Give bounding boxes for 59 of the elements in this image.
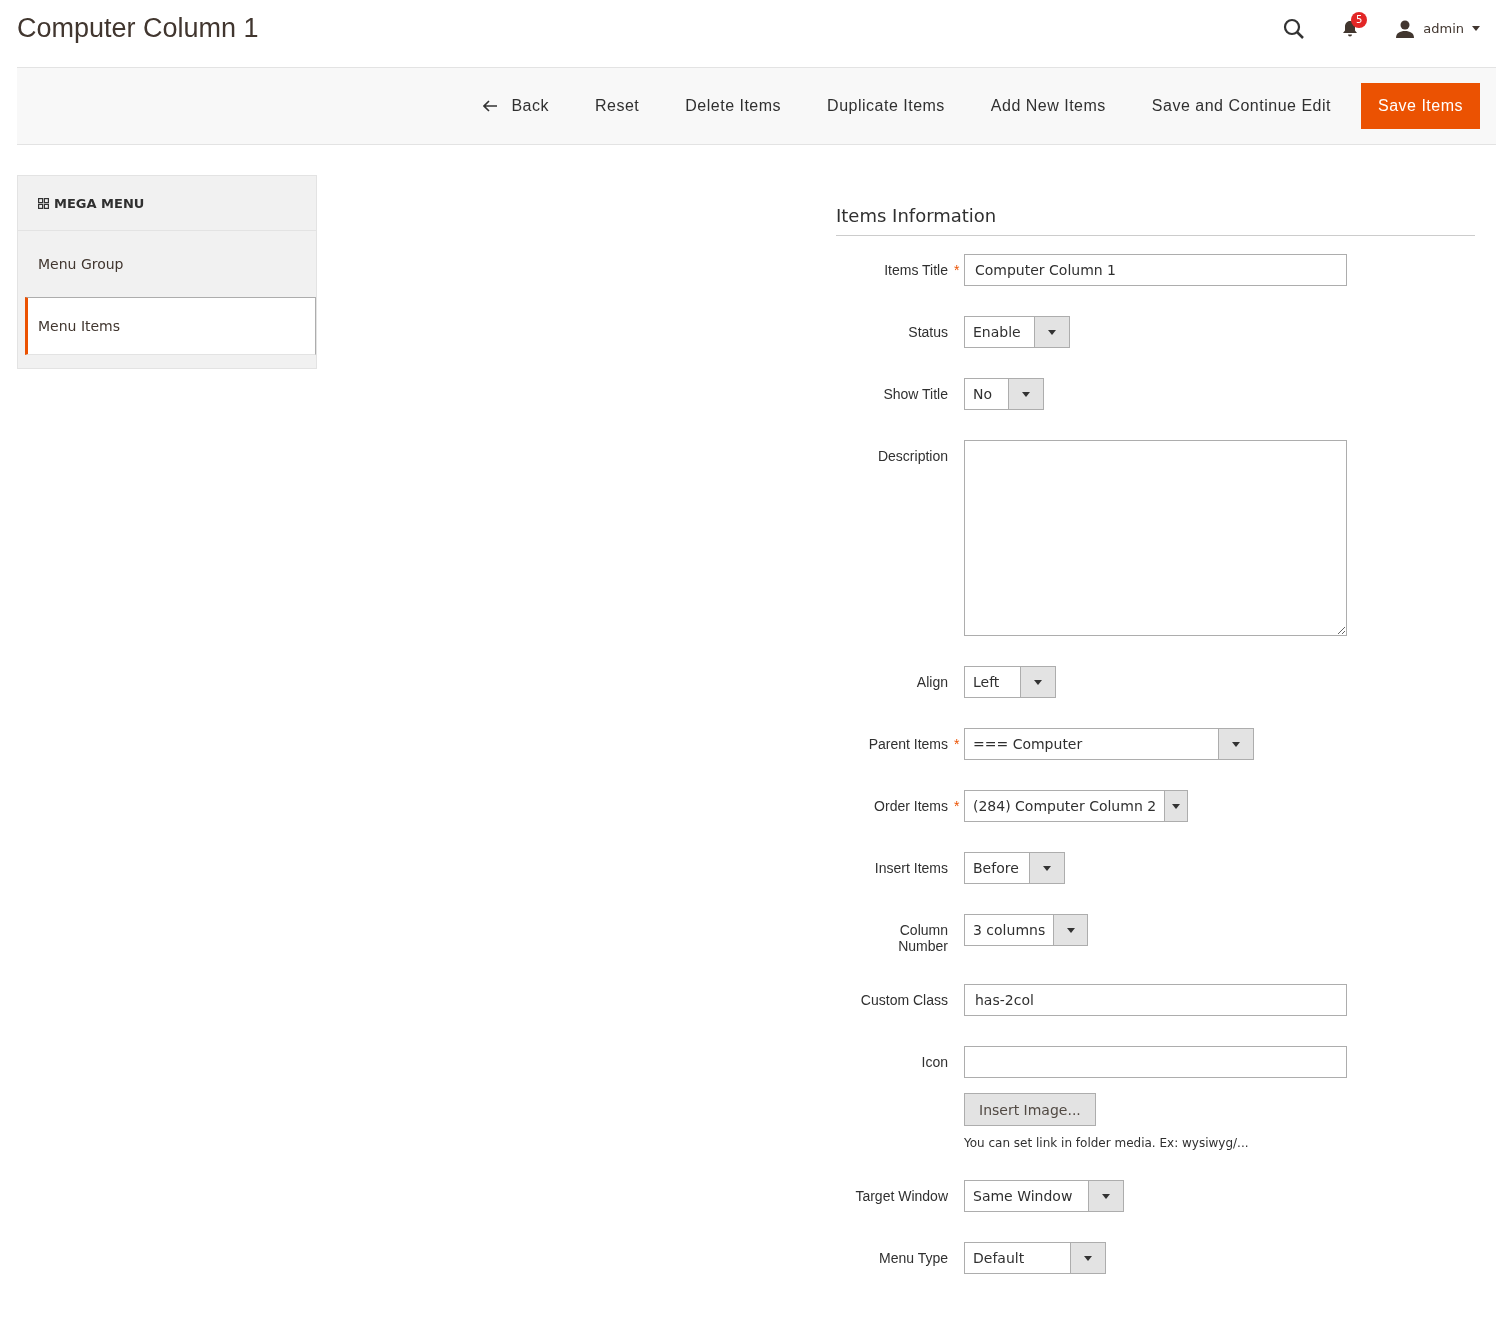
select-field[interactable]: Before: [964, 852, 1065, 884]
field-label: Description: [877, 448, 948, 464]
notification-badge: 5: [1351, 11, 1368, 28]
caret-icon[interactable]: [1022, 391, 1030, 397]
field-label: Parent Items: [868, 736, 948, 752]
help-text: You can set link in folder media. Ex: wysiwyg/...: [964, 1136, 1250, 1150]
caret-icon[interactable]: [1043, 865, 1051, 871]
toolbar-button[interactable]: Duplicate Items: [804, 83, 968, 129]
required-mark: *: [954, 798, 961, 814]
save-button[interactable]: Save Items: [1360, 83, 1480, 129]
field-label: Align: [916, 674, 948, 690]
select-field[interactable]: No: [964, 378, 1044, 410]
field-label: Status: [908, 324, 948, 340]
field-label: Column Number: [897, 922, 948, 954]
select-field[interactable]: === Computer: [964, 728, 1254, 760]
page-title: Computer Column 1: [17, 13, 259, 44]
caret-icon[interactable]: [1084, 1255, 1092, 1261]
field-label: Show Title: [883, 386, 948, 402]
toolbar-button[interactable]: Reset: [572, 83, 663, 129]
sidebar-item[interactable]: Menu Group: [18, 231, 316, 297]
caret-icon[interactable]: [1472, 26, 1480, 31]
field-label: Menu Type: [879, 1250, 948, 1266]
select-field[interactable]: (284) Computer Column 2: [964, 790, 1188, 822]
select-field[interactable]: Left: [964, 666, 1056, 698]
description-field[interactable]: [964, 440, 1347, 636]
field-label: Custom Class: [860, 992, 948, 1008]
insert-image-button[interactable]: Insert Image...: [964, 1093, 1096, 1126]
required-mark: *: [954, 262, 961, 278]
arrow-left-icon[interactable]: [483, 100, 498, 112]
field-label: Target Window: [855, 1188, 948, 1204]
section-title: Items Information: [836, 205, 1475, 236]
caret-icon[interactable]: [1034, 679, 1042, 685]
caret-icon[interactable]: [1048, 329, 1056, 335]
caret-icon[interactable]: [1232, 741, 1240, 747]
toolbar-button[interactable]: Save and Continue Edit: [1128, 83, 1354, 129]
text-field[interactable]: Computer Column 1: [964, 254, 1347, 286]
field-label: Items Title: [884, 262, 948, 278]
icon-field[interactable]: [964, 1046, 1347, 1078]
caret-icon[interactable]: [1066, 927, 1075, 933]
toolbar-button[interactable]: Add New Items: [967, 83, 1129, 129]
sidebar-title: MEGA MENU: [54, 195, 145, 211]
field-label: Insert Items: [874, 860, 948, 876]
field-label: Icon: [921, 1054, 948, 1070]
select-field[interactable]: 3 columns: [964, 914, 1088, 946]
grid-icon: [38, 197, 49, 209]
text-field[interactable]: has-2col: [964, 984, 1347, 1016]
user-name[interactable]: admin: [1423, 21, 1464, 36]
field-label: Order Items: [874, 798, 948, 814]
search-icon[interactable]: [1283, 17, 1306, 40]
caret-icon[interactable]: [1102, 1193, 1110, 1199]
toolbar-button[interactable]: Delete Items: [662, 83, 805, 129]
select-field[interactable]: Enable: [964, 316, 1070, 348]
back-button[interactable]: Back: [460, 83, 572, 129]
select-field[interactable]: Default: [964, 1242, 1106, 1274]
user-icon[interactable]: [1395, 18, 1416, 39]
sidebar-item[interactable]: Menu Items: [25, 297, 316, 355]
required-mark: *: [954, 736, 961, 752]
select-field[interactable]: Same Window: [964, 1180, 1124, 1212]
caret-icon[interactable]: [1172, 803, 1181, 809]
